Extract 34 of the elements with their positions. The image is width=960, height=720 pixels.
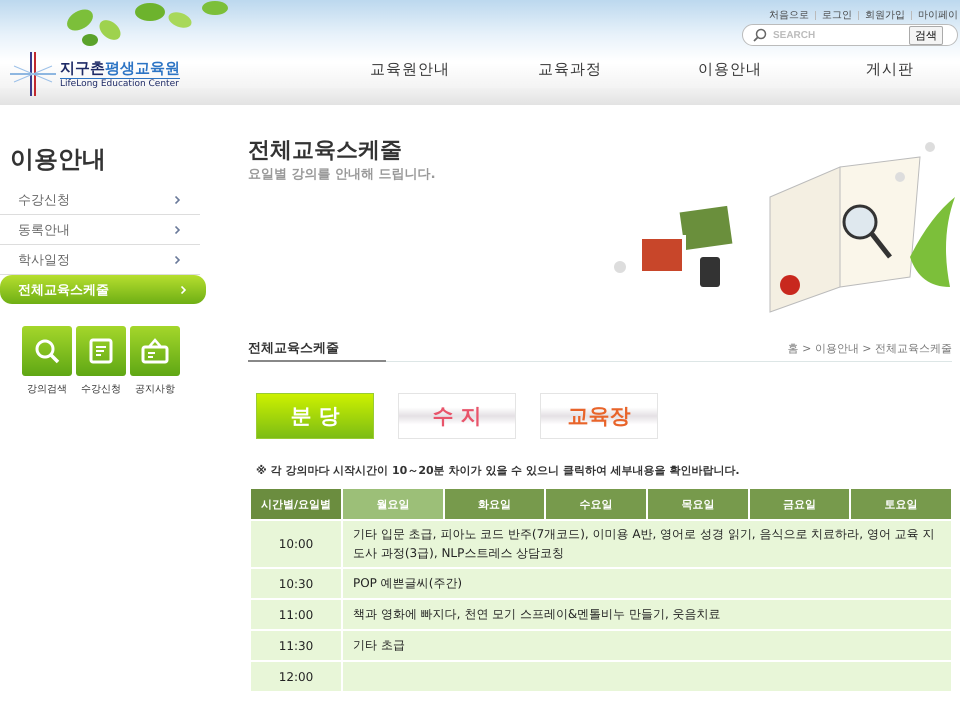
nav-item[interactable]: 교육과정 <box>490 60 650 79</box>
breadcrumb: 홈 > 이용안내 > 전체교육스케줄 <box>788 341 952 357</box>
chevron-icon <box>175 256 180 264</box>
top-link[interactable]: 회원가입 <box>865 8 905 22</box>
chevron-icon <box>175 226 180 234</box>
time-cell: 11:30 <box>251 631 341 660</box>
top-link[interactable]: 마이페이 <box>918 8 958 22</box>
notice-text: ※ 각 강의마다 시작시간이 10～20분 차이가 있을 수 있으니 클릭하여 세부내용을 확인바랍니다. <box>256 463 741 478</box>
search-icon <box>753 28 767 42</box>
time-cell: 10:00 <box>251 521 341 567</box>
logo-title: 지구촌평생교육원 <box>60 59 180 78</box>
top-link[interactable]: 로그인 <box>822 8 852 22</box>
table-header: 시간별/요일별 <box>251 489 341 519</box>
nav-item[interactable]: 게시판 <box>810 60 960 79</box>
sidebar-item[interactable]: 동록안내 <box>0 215 200 245</box>
nav-item[interactable]: 교육원안내 <box>330 60 490 79</box>
logo-icon <box>10 52 56 96</box>
section-title: 전체교육스케줄 <box>248 339 386 362</box>
sidebar-title: 이용안내 <box>10 144 107 175</box>
chevron-icon <box>175 196 180 204</box>
document-icon <box>89 338 113 364</box>
top-link[interactable]: 처음으로 <box>769 8 809 22</box>
page-subtitle: 요일별 강의를 안내해 드립니다. <box>248 166 436 183</box>
signboard-icon <box>141 338 169 364</box>
sidebar-item[interactable]: 수강신청 <box>0 185 200 215</box>
page-title: 전체교육스케줄 <box>248 137 403 165</box>
time-cell: 11:00 <box>251 600 341 629</box>
nav-item[interactable]: 이용안내 <box>650 60 810 79</box>
search-field[interactable]: SEARCH 검색 <box>742 24 958 46</box>
time-cell: 10:30 <box>251 569 341 598</box>
search-icon <box>34 338 60 364</box>
time-cell: 12:00 <box>251 662 341 691</box>
search-button[interactable]: 검색 <box>909 26 943 44</box>
chevron-icon <box>181 286 186 294</box>
